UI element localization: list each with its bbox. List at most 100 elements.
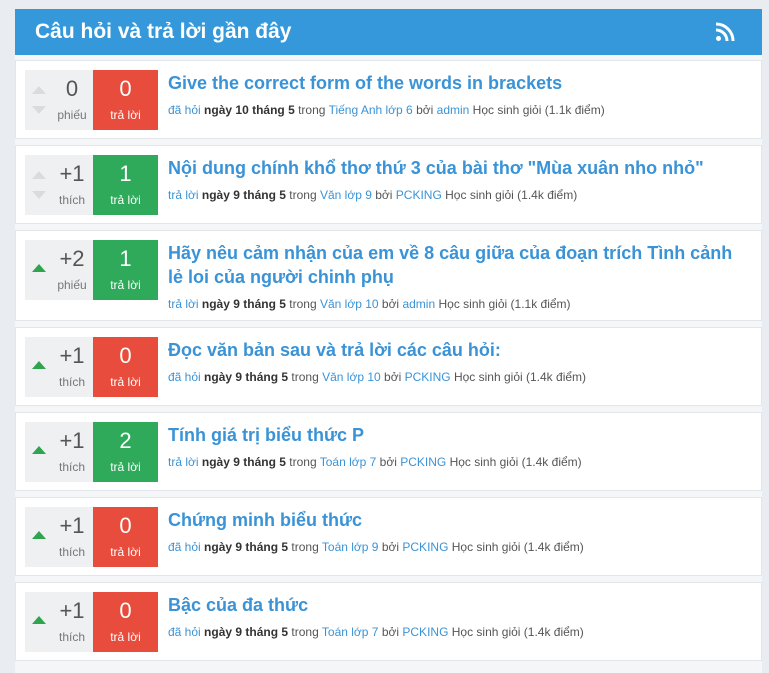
category-link[interactable]: Tiếng Anh lớp 6 — [329, 103, 413, 117]
question-meta: trả lời ngày 9 tháng 5 trong Văn lớp 10 … — [168, 297, 747, 311]
action-link[interactable]: đã hỏi — [168, 103, 201, 117]
vote-box: 0 phiếu — [25, 70, 93, 130]
question-meta: trả lời ngày 9 tháng 5 trong Toán lớp 7 … — [168, 455, 747, 469]
vote-box: +2 phiếu — [25, 240, 93, 300]
meta-by-text: bởi — [384, 370, 402, 384]
question-item: +1 thích 0 trả lời Đọc văn bản sau và tr… — [15, 327, 762, 406]
question-date: ngày 10 tháng 5 — [204, 103, 295, 117]
meta-in-text: trong — [291, 370, 319, 384]
question-title-link[interactable]: Nội dung chính khổ thơ thứ 3 của bài thơ… — [168, 156, 747, 180]
user-link[interactable]: PCKING — [405, 370, 451, 384]
question-title-link[interactable]: Đọc văn bản sau và trả lời các câu hỏi: — [168, 338, 747, 362]
vote-label: thích — [58, 193, 85, 207]
upvote-arrow-icon[interactable] — [32, 86, 46, 94]
upvote-arrow-icon[interactable] — [32, 446, 46, 454]
question-date: ngày 9 tháng 5 — [204, 540, 289, 554]
user-link[interactable]: PCKING — [402, 540, 448, 554]
answer-label: trả lời — [110, 630, 141, 644]
category-link[interactable]: Toán lớp 7 — [322, 625, 379, 639]
category-link[interactable]: Toán lớp 7 — [320, 455, 377, 469]
question-title-link[interactable]: Give the correct form of the words in br… — [168, 71, 747, 95]
question-meta: đã hỏi ngày 9 tháng 5 trong Toán lớp 7 b… — [168, 625, 747, 639]
user-link[interactable]: PCKING — [396, 188, 442, 202]
action-link[interactable]: đã hỏi — [168, 540, 201, 554]
action-link[interactable]: trả lời — [168, 455, 199, 469]
question-meta: đã hỏi ngày 9 tháng 5 trong Văn lớp 10 b… — [168, 370, 747, 384]
question-title-link[interactable]: Hãy nêu cảm nhận của em về 8 câu giữa củ… — [168, 241, 747, 289]
user-rank: Học sinh giỏi (1.1k điểm) — [438, 297, 571, 311]
meta-in-text: trong — [291, 540, 319, 554]
upvote-arrow-icon[interactable] — [32, 531, 46, 539]
answer-count: 2 — [119, 428, 132, 453]
answer-count: 0 — [119, 598, 132, 623]
question-item: 0 phiếu 0 trả lời Give the correct form … — [15, 60, 762, 139]
category-link[interactable]: Toán lớp 9 — [322, 540, 379, 554]
answer-label: trả lời — [110, 108, 141, 122]
answer-count-box: 0 trả lời — [93, 337, 158, 397]
meta-by-text: bởi — [381, 625, 400, 639]
answer-count-box: 1 trả lời — [93, 240, 158, 300]
vote-count: +2 — [59, 246, 85, 271]
answer-count-box: 2 trả lời — [93, 422, 158, 482]
answer-count-box: 1 trả lời — [93, 155, 158, 215]
question-list: 0 phiếu 0 trả lời Give the correct form … — [15, 55, 762, 661]
question-date: ngày 9 tháng 5 — [201, 455, 286, 469]
answer-count-box: 0 trả lời — [93, 70, 158, 130]
meta-in-text: trong — [289, 455, 317, 469]
user-rank: Học sinh giỏi (1.4k điểm) — [451, 540, 584, 554]
question-date: ngày 9 tháng 5 — [204, 625, 289, 639]
answer-count: 0 — [119, 343, 132, 368]
action-link[interactable]: trả lời — [168, 297, 199, 311]
vote-label: phiếu — [57, 108, 87, 122]
vote-count: +1 — [59, 161, 85, 186]
vote-count: +1 — [59, 513, 85, 538]
answer-label: trả lời — [110, 460, 141, 474]
vote-label: phiếu — [57, 278, 87, 292]
rss-icon[interactable] — [714, 21, 736, 43]
vote-label: thích — [58, 630, 85, 644]
recent-questions-panel: Câu hỏi và trả lời gần đây 0 phiếu 0 trả… — [15, 9, 762, 673]
vote-count: +1 — [59, 598, 85, 623]
answer-count: 0 — [119, 76, 132, 101]
upvote-arrow-icon[interactable] — [32, 616, 46, 624]
category-link[interactable]: Văn lớp 10 — [322, 370, 381, 384]
question-date: ngày 9 tháng 5 — [201, 297, 286, 311]
question-date: ngày 9 tháng 5 — [201, 188, 286, 202]
meta-by-text: bởi — [416, 103, 434, 117]
vote-box: +1 thích — [25, 155, 93, 215]
user-link[interactable]: PCKING — [402, 625, 448, 639]
question-meta: đã hỏi ngày 10 tháng 5 trong Tiếng Anh l… — [168, 103, 747, 117]
answer-label: trả lời — [110, 193, 141, 207]
user-link[interactable]: admin — [437, 103, 470, 117]
downvote-arrow-icon[interactable] — [32, 106, 46, 114]
vote-box: +1 thích — [25, 337, 93, 397]
downvote-arrow-icon[interactable] — [32, 191, 46, 199]
upvote-arrow-icon[interactable] — [32, 361, 46, 369]
question-item: +1 thích 2 trả lời Tính giá trị biểu thứ… — [15, 412, 762, 491]
upvote-arrow-icon[interactable] — [32, 264, 46, 272]
vote-box: +1 thích — [25, 422, 93, 482]
answer-count-box: 0 trả lời — [93, 592, 158, 652]
user-link[interactable]: PCKING — [400, 455, 446, 469]
answer-count: 1 — [119, 161, 132, 186]
meta-in-text: trong — [291, 625, 319, 639]
category-link[interactable]: Văn lớp 10 — [320, 297, 379, 311]
question-item: +2 phiếu 1 trả lời Hãy nêu cảm nhận của … — [15, 230, 762, 321]
upvote-arrow-icon[interactable] — [32, 171, 46, 179]
category-link[interactable]: Văn lớp 9 — [320, 188, 372, 202]
user-link[interactable]: admin — [402, 297, 435, 311]
vote-count: 0 — [65, 76, 79, 101]
user-rank: Học sinh giỏi (1.4k điểm) — [453, 370, 587, 384]
meta-by-text: bởi — [381, 297, 400, 311]
vote-count: +1 — [59, 428, 85, 453]
action-link[interactable]: đã hỏi — [168, 370, 201, 384]
answer-count: 0 — [119, 513, 132, 538]
question-title-link[interactable]: Bậc của đa thức — [168, 593, 747, 617]
answer-count-box: 0 trả lời — [93, 507, 158, 567]
question-title-link[interactable]: Tính giá trị biểu thức P — [168, 423, 747, 447]
question-title-link[interactable]: Chứng minh biểu thức — [168, 508, 747, 532]
action-link[interactable]: đã hỏi — [168, 625, 201, 639]
action-link[interactable]: trả lời — [168, 188, 199, 202]
vote-box: +1 thích — [25, 592, 93, 652]
meta-by-text: bởi — [379, 455, 397, 469]
